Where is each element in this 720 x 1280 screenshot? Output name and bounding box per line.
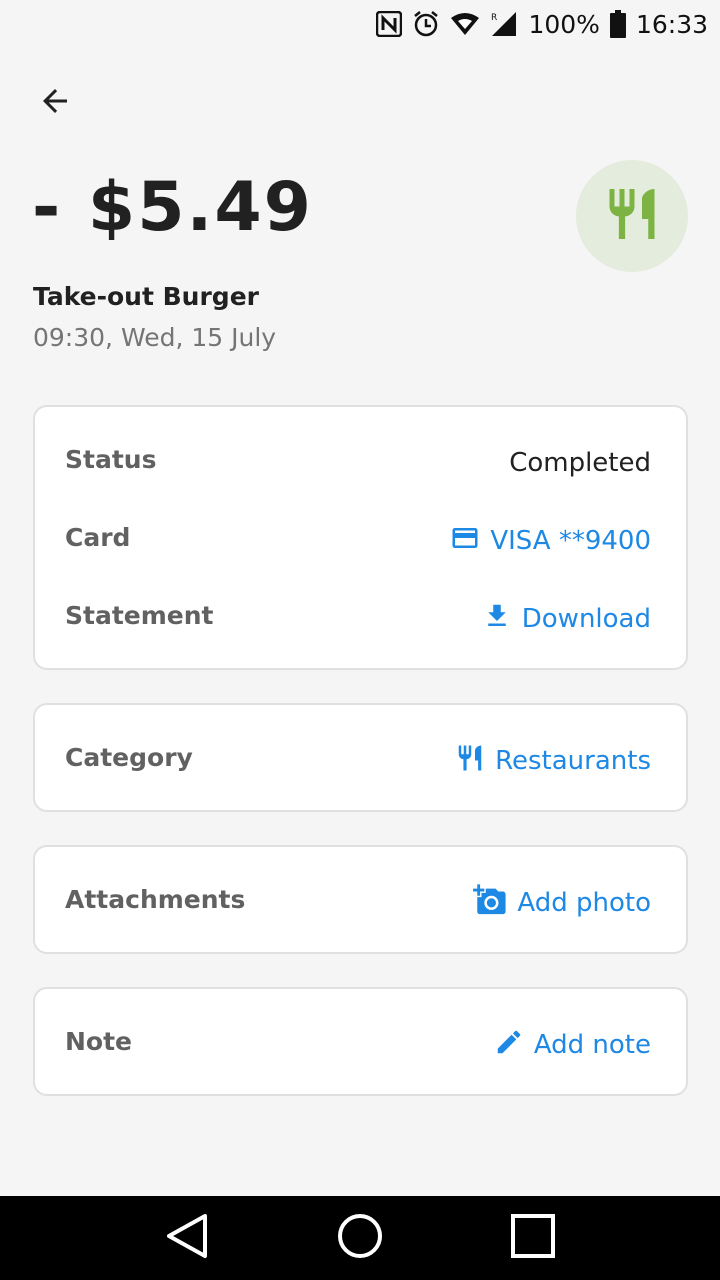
status-value-text: Completed [509, 448, 651, 478]
system-nav-bar [0, 1196, 720, 1280]
nfc-icon [376, 11, 403, 37]
card-row: Card VISA **9400 [35, 517, 686, 557]
card-value: VISA **9400 [490, 526, 651, 556]
restaurant-icon [602, 184, 662, 248]
note-card: Note Add note [33, 987, 688, 1096]
transaction-amount: - $5.49 [32, 168, 313, 247]
transaction-datetime: 09:30, Wed, 15 July [33, 323, 277, 352]
merchant-name: Take-out Burger [33, 282, 259, 311]
card-link[interactable]: VISA **9400 [450, 523, 651, 560]
nav-recents-button[interactable] [503, 1208, 563, 1268]
note-label: Note [65, 1026, 133, 1056]
clock: 16:33 [635, 9, 708, 39]
signal-icon: R [490, 10, 518, 38]
details-card: Status Completed Card VISA **9400 Statem… [33, 405, 688, 670]
add-note-link[interactable]: Add note [494, 1027, 651, 1064]
battery-percent: 100% [528, 9, 600, 39]
attachments-card: Attachments Add photo [33, 845, 688, 954]
statement-value: Download [521, 604, 651, 634]
status-row: Status Completed [35, 439, 686, 479]
alarm-icon [412, 10, 440, 38]
card-label: Card [65, 522, 131, 552]
note-row: Note Add note [35, 1021, 686, 1061]
statement-row: Statement Download [35, 595, 686, 635]
category-link[interactable]: Restaurants [455, 743, 651, 780]
attachments-row: Attachments Add photo [35, 879, 686, 919]
circle-home-icon [337, 1213, 383, 1263]
statement-label: Statement [65, 600, 214, 630]
category-label: Category [65, 742, 193, 772]
status-label: Status [65, 444, 157, 474]
category-card: Category Restaurants [33, 703, 688, 812]
status-bar: R 100% 16:33 [0, 0, 720, 48]
download-icon [482, 601, 512, 638]
svg-text:R: R [491, 13, 497, 23]
restaurant-small-icon [455, 743, 485, 780]
wifi-icon [450, 12, 480, 36]
category-badge [576, 160, 688, 272]
arrow-back-icon [37, 83, 73, 123]
add-photo-icon [473, 883, 507, 924]
note-value: Add note [533, 1030, 651, 1060]
square-recents-icon [511, 1214, 556, 1262]
nav-back-button[interactable] [157, 1208, 217, 1268]
triangle-back-icon [165, 1213, 209, 1263]
battery-icon [609, 10, 626, 38]
back-button[interactable] [30, 80, 80, 126]
category-row: Category Restaurants [35, 737, 686, 777]
attachments-label: Attachments [65, 884, 246, 914]
nav-home-button[interactable] [330, 1208, 390, 1268]
add-photo-link[interactable]: Add photo [473, 883, 651, 924]
status-value: Completed [509, 448, 651, 478]
credit-card-icon [450, 523, 480, 560]
download-statement-link[interactable]: Download [482, 601, 651, 638]
attachments-value: Add photo [517, 888, 651, 918]
edit-pencil-icon [494, 1027, 524, 1064]
category-value: Restaurants [495, 746, 651, 776]
